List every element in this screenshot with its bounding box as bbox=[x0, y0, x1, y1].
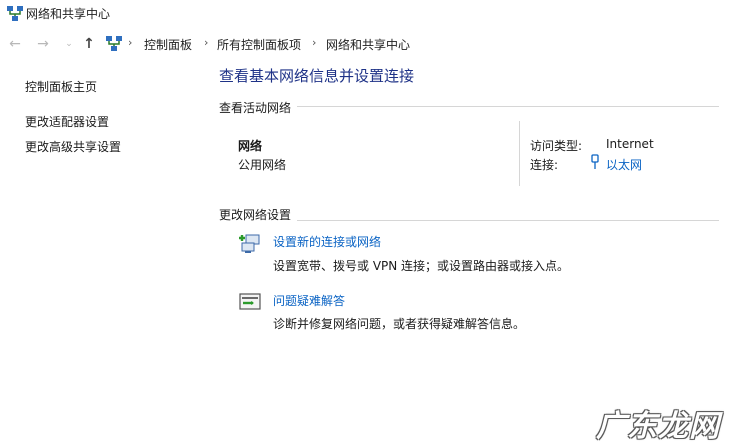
troubleshoot-link[interactable]: 问题疑难解答 bbox=[273, 292, 345, 309]
setup-new-connection-link[interactable]: 设置新的连接或网络 bbox=[273, 233, 381, 250]
breadcrumb-all-items[interactable]: 所有控制面板项 bbox=[217, 36, 301, 53]
page-title: 查看基本网络信息并设置连接 bbox=[219, 67, 415, 85]
window-title: 网络和共享中心 bbox=[26, 7, 111, 21]
access-type-label: 访问类型: bbox=[530, 139, 583, 153]
breadcrumb-network-center[interactable]: 网络和共享中心 bbox=[326, 36, 410, 53]
back-arrow-icon[interactable]: ← bbox=[6, 35, 24, 53]
active-networks-heading: 查看活动网络 bbox=[219, 99, 298, 116]
network-center-icon bbox=[7, 6, 23, 21]
title-bar: 网络和共享中心 bbox=[0, 0, 736, 28]
watermark: 广东龙网 bbox=[596, 409, 720, 444]
setup-new-connection-description: 设置宽带、拨号或 VPN 连接；或设置路由器或接入点。 bbox=[273, 259, 570, 273]
breadcrumb-separator-icon[interactable]: › bbox=[128, 36, 132, 49]
troubleshoot-description: 诊断并修复网络问题，或者获得疑难解答信息。 bbox=[273, 317, 526, 331]
network-info-divider bbox=[519, 121, 520, 186]
new-connection-icon[interactable] bbox=[238, 232, 262, 254]
ethernet-icon bbox=[591, 154, 599, 169]
forward-arrow-icon[interactable]: → bbox=[34, 35, 52, 53]
recent-locations-chevron-icon[interactable]: ⌄ bbox=[60, 35, 78, 53]
access-type-value: Internet bbox=[606, 137, 654, 151]
change-settings-heading: 更改网络设置 bbox=[219, 206, 298, 223]
network-type[interactable]: 公用网络 bbox=[238, 156, 286, 173]
troubleshoot-icon[interactable] bbox=[238, 291, 262, 313]
sidebar-item-control-panel-home[interactable]: 控制面板主页 bbox=[25, 78, 97, 95]
up-arrow-icon[interactable]: ↑ bbox=[80, 35, 98, 53]
breadcrumb-separator-icon[interactable]: › bbox=[204, 36, 208, 49]
breadcrumb-separator-icon[interactable]: › bbox=[312, 36, 316, 49]
control-panel-icon bbox=[106, 36, 122, 51]
sidebar-item-adapter-settings[interactable]: 更改适配器设置 bbox=[25, 113, 109, 130]
breadcrumb-control-panel[interactable]: 控制面板 bbox=[144, 36, 192, 53]
connection-ethernet-link[interactable]: 以太网 bbox=[606, 156, 642, 173]
sidebar-item-advanced-sharing[interactable]: 更改高级共享设置 bbox=[25, 138, 121, 155]
network-name: 网络 bbox=[238, 139, 263, 153]
connection-label: 连接: bbox=[530, 158, 559, 172]
